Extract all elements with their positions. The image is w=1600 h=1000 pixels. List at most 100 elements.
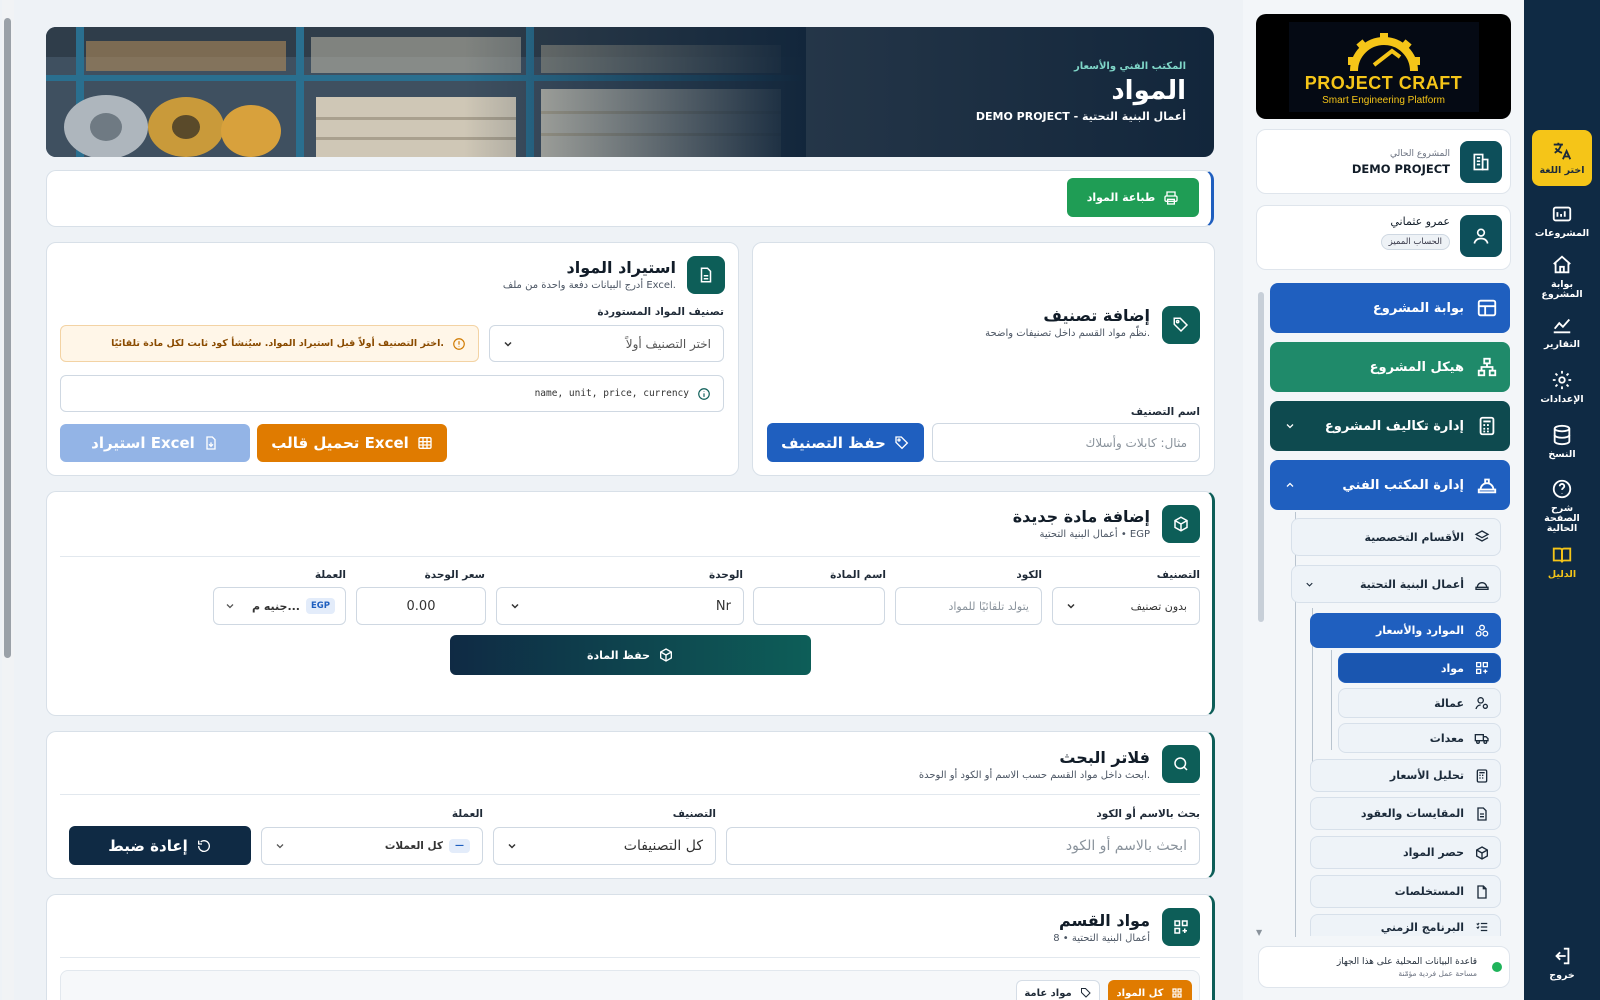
file-import-icon [195, 435, 219, 451]
nav-quantities-contracts-label: المقايسات والعقود [1360, 807, 1464, 820]
add-category-subtitle: نظّم مواد القسم داخل تصنيفات واضحة. [985, 328, 1150, 339]
layers-icon [1474, 529, 1490, 545]
nav-material-takeoff[interactable]: حصر المواد [1310, 836, 1501, 869]
tab-general-materials[interactable]: مواد عامة [1016, 980, 1100, 1000]
nav-price-analysis[interactable]: تحليل الأسعار [1310, 759, 1501, 792]
boxes-icon [1474, 623, 1490, 639]
sidebar-scroll-down-icon[interactable]: ▼ [1256, 928, 1262, 937]
currency-code-badge: EGP [305, 598, 335, 614]
nav-resources-prices[interactable]: الموارد والأسعار [1310, 613, 1501, 648]
unit-price-input[interactable]: 0.00 [356, 587, 486, 625]
tag-icon [886, 435, 910, 451]
material-category-label: التصنيف [1156, 569, 1200, 581]
local-db-title: قاعدة البيانات المحلية على هذا الجهاز [1336, 956, 1477, 967]
unit-price-label: سعر الوحدة [424, 569, 485, 581]
user-icon [1460, 215, 1502, 257]
filter-currency-badge: — [449, 839, 470, 853]
nav-material-takeoff-label: حصر المواد [1402, 846, 1464, 859]
save-category-label: حفظ التصنيف [781, 433, 886, 452]
chevron-down-icon [1304, 579, 1315, 590]
nav-materials[interactable]: مواد [1338, 653, 1501, 683]
chevron-down-icon [509, 600, 521, 612]
logo-title: PROJECT CRAFT [1304, 72, 1463, 93]
chevron-up-icon [1284, 479, 1296, 491]
language-label: اختر اللغة [1539, 165, 1585, 177]
save-material-button[interactable]: حفظ المادة [450, 635, 811, 675]
import-excel-label: استيراد Excel [91, 434, 195, 452]
section-materials-title: مواد القسم [1058, 911, 1150, 930]
nav-technical-office[interactable]: إدارة المكتب الفني [1270, 460, 1510, 510]
nav-schedule[interactable]: البرنامج الزمني [1310, 914, 1501, 936]
rail-guide-label: الدليل [1547, 569, 1577, 581]
nav-infrastructure[interactable]: أعمال البنية التحتية [1291, 565, 1501, 603]
material-category-value: بدون تصنيف [1130, 599, 1187, 613]
rail-settings[interactable]: الإعدادات [1532, 360, 1592, 414]
nav-quantities-contracts[interactable]: المقايسات والعقود [1310, 797, 1501, 830]
filter-category-label: التصنيف [672, 808, 716, 820]
logo-subtitle: Smart Engineering Platform [1322, 94, 1445, 106]
reset-filters-button[interactable]: إعادة ضبط [69, 826, 251, 865]
info-icon [697, 387, 711, 401]
tab-all-materials[interactable]: كل المواد [1108, 980, 1192, 1000]
print-materials-button[interactable]: طباعة المواد [1067, 178, 1199, 217]
rail-guide[interactable]: الدليل [1532, 535, 1592, 589]
gear-logo-icon [1347, 32, 1420, 71]
sidebar-scrollbar[interactable] [1258, 292, 1264, 622]
nav-resources-prices-label: الموارد والأسعار [1375, 624, 1464, 637]
add-material-subtitle: أعمال البنية التحتية • EGP [1039, 529, 1151, 540]
nav-equipment[interactable]: معدات [1338, 723, 1501, 753]
nav-infrastructure-label: أعمال البنية التحتية [1359, 577, 1464, 591]
material-name-input[interactable] [753, 587, 885, 625]
warehouse-image [46, 27, 806, 157]
nav-divisions[interactable]: الأقسام التخصصية [1291, 518, 1501, 556]
rail-explain-label: شرح الصفحة الحالية [1544, 503, 1580, 534]
import-category-label: تصنيف المواد المستوردة [597, 306, 724, 318]
alert-circle-icon [452, 337, 466, 351]
filter-category-select[interactable]: كل التصنيفات [493, 827, 716, 865]
local-db-subtitle: مساحة عمل فردية مؤمّنة [1398, 968, 1477, 978]
material-category-select[interactable]: بدون تصنيف [1052, 587, 1200, 625]
columns-hint-box: name, unit, price, currency [60, 375, 724, 412]
nav-labor[interactable]: عمالة [1338, 688, 1501, 718]
nav-project-structure-label: هيكل المشروع [1369, 359, 1464, 375]
nav-cost-management[interactable]: إدارة تكاليف المشروع [1270, 401, 1510, 451]
nav-invoices[interactable]: المستخلصات [1310, 875, 1501, 908]
filter-category-value: كل التصنيفات [623, 838, 703, 854]
currency-value: جنيه م... [251, 599, 300, 613]
projects-icon [1551, 203, 1573, 229]
search-placeholder: ابحث بالاسم أو الكود [1065, 838, 1187, 854]
import-subtitle: أدرج البيانات دفعة واحدة من ملف Excel. [502, 280, 676, 291]
box-plus-icon [1162, 505, 1200, 543]
save-category-button[interactable]: حفظ التصنيف [767, 423, 924, 462]
import-category-value: اختر التصنيف أولاً [625, 336, 711, 351]
grid-plus-icon [1162, 908, 1200, 946]
book-icon [1551, 544, 1573, 570]
nav-technical-office-label: إدارة المكتب الفني [1342, 477, 1464, 493]
material-unit-select[interactable]: Nr [496, 587, 744, 625]
language-button[interactable]: اختر اللغة [1532, 130, 1592, 186]
page-scrollbar-thumb[interactable] [4, 18, 11, 658]
save-material-label: حفظ المادة [587, 648, 650, 662]
nav-project-portal[interactable]: بوابة المشروع [1270, 283, 1510, 333]
home-icon [1551, 254, 1573, 280]
rail-reports[interactable]: التقارير [1532, 305, 1592, 359]
rail-project-portal[interactable]: بوابة المشروع [1532, 250, 1592, 304]
filter-currency-select[interactable]: كل العملات — [261, 827, 483, 865]
tag-icon [1072, 987, 1092, 999]
calculator-icon [1476, 415, 1498, 437]
download-template-button[interactable]: تحميل قالب Excel [257, 424, 447, 462]
import-excel-button[interactable]: استيراد Excel [60, 424, 250, 462]
search-input[interactable]: ابحث بالاسم أو الكود [726, 827, 1200, 865]
nav-project-structure[interactable]: هيكل المشروع [1270, 342, 1510, 392]
rail-logout[interactable]: خروج [1532, 936, 1592, 990]
currency-select[interactable]: جنيه م... EGP [213, 587, 346, 625]
chevron-down-icon [1065, 600, 1077, 612]
truck-icon [1474, 730, 1490, 746]
rail-projects[interactable]: المشروعات [1532, 194, 1592, 248]
rail-explain-page[interactable]: شرح الصفحة الحالية [1532, 476, 1592, 536]
rail-backup[interactable]: النسخ [1532, 415, 1592, 469]
import-category-select[interactable]: اختر التصنيف أولاً [489, 325, 724, 362]
category-name-input[interactable]: مثال: كابلات وأسلاك [932, 423, 1200, 462]
rail-reports-label: التقارير [1543, 339, 1581, 351]
material-code-input[interactable]: يتولد تلقائيًا للمواد [895, 587, 1042, 625]
